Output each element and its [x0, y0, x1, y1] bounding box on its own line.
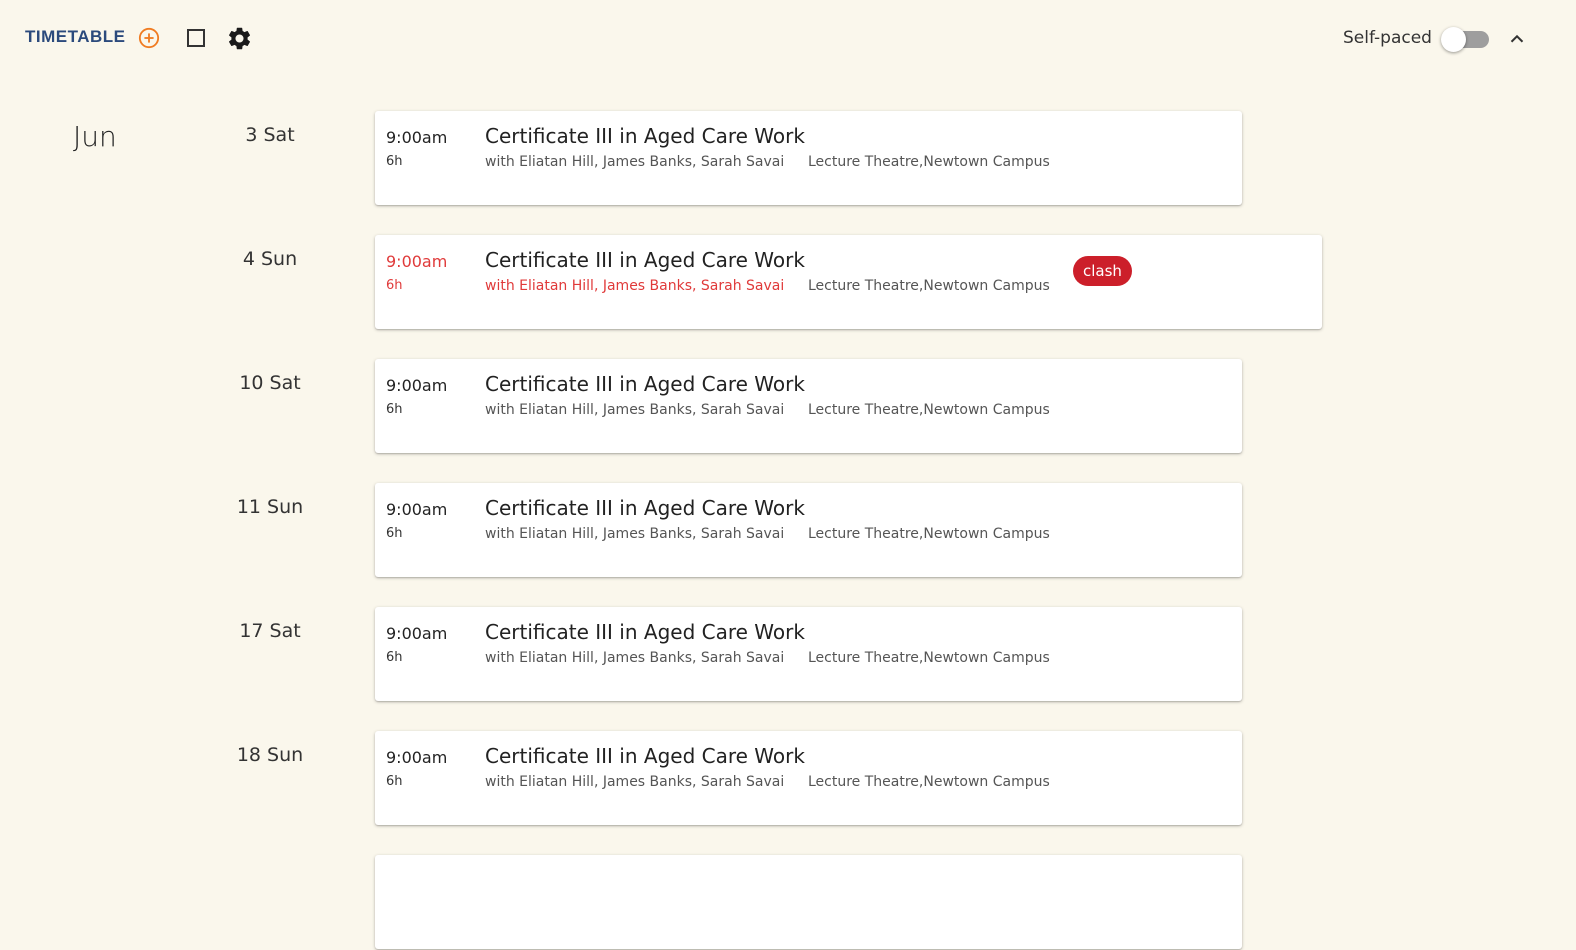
chevron-up-icon[interactable] — [1506, 28, 1528, 50]
add-circle-icon[interactable] — [138, 27, 160, 49]
self-paced-label: Self-paced — [1343, 28, 1432, 48]
session-day: 3 Sat — [245, 124, 295, 146]
course-title: Certificate III in Aged Care Work — [485, 620, 805, 644]
session-tutors: with Eliatan Hill, James Banks, Sarah Sa… — [485, 526, 785, 542]
session-day: 10 Sat — [239, 372, 301, 394]
session-tutors: with Eliatan Hill, James Banks, Sarah Sa… — [485, 278, 785, 294]
session-location: Lecture Theatre,Newtown Campus — [808, 774, 1050, 790]
session-tutors: with Eliatan Hill, James Banks, Sarah Sa… — [485, 402, 785, 418]
timetable-header: TIMETABLE Self-paced — [0, 0, 1576, 76]
session-tutors: with Eliatan Hill, James Banks, Sarah Sa… — [485, 774, 785, 790]
session-day: 4 Sun — [242, 248, 298, 270]
session-location: Lecture Theatre,Newtown Campus — [808, 526, 1050, 542]
session-time: 9:00am — [386, 128, 448, 147]
session-time: 9:00am — [386, 376, 448, 395]
session-time: 9:00am — [386, 748, 448, 767]
session-day: 17 Sat — [239, 620, 301, 642]
course-title: Certificate III in Aged Care Work — [485, 372, 805, 396]
course-title: Certificate III in Aged Care Work — [485, 248, 805, 272]
session-duration: 6h — [386, 774, 403, 789]
session-card[interactable]: 9:00am 6h Certificate III in Aged Care W… — [375, 483, 1242, 577]
session-location: Lecture Theatre,Newtown Campus — [808, 278, 1050, 294]
session-location: Lecture Theatre,Newtown Campus — [808, 154, 1050, 170]
session-card[interactable]: 9:00am 6h Certificate III in Aged Care W… — [375, 359, 1242, 453]
clash-badge: clash — [1073, 256, 1132, 286]
gear-icon[interactable] — [226, 25, 253, 52]
course-title: Certificate III in Aged Care Work — [485, 744, 805, 768]
session-row: 17 Sat 9:00am 6h Certificate III in Aged… — [0, 607, 1576, 702]
session-tutors: with Eliatan Hill, James Banks, Sarah Sa… — [485, 154, 785, 170]
toggle-knob — [1441, 27, 1466, 52]
session-duration: 6h — [386, 278, 403, 293]
session-card[interactable] — [375, 855, 1242, 949]
session-tutors: with Eliatan Hill, James Banks, Sarah Sa… — [485, 650, 785, 666]
session-location: Lecture Theatre,Newtown Campus — [808, 402, 1050, 418]
session-row: 3 Sat 9:00am 6h Certificate III in Aged … — [0, 111, 1576, 206]
session-card[interactable]: 9:00am 6h Certificate III in Aged Care W… — [375, 111, 1242, 205]
self-paced-toggle[interactable] — [1441, 27, 1489, 52]
session-duration: 6h — [386, 526, 403, 541]
session-card[interactable]: 9:00am 6h Certificate III in Aged Care W… — [375, 607, 1242, 701]
session-day: 18 Sun — [236, 744, 304, 766]
checkbox-icon[interactable] — [186, 28, 206, 48]
session-duration: 6h — [386, 402, 403, 417]
session-row: 11 Sun 9:00am 6h Certificate III in Aged… — [0, 483, 1576, 578]
course-title: Certificate III in Aged Care Work — [485, 496, 805, 520]
session-card[interactable]: 9:00am 6h Certificate III in Aged Care W… — [375, 731, 1242, 825]
session-row: 18 Sun 9:00am 6h Certificate III in Aged… — [0, 731, 1576, 826]
session-row: 4 Sun 9:00am 6h Certificate III in Aged … — [0, 235, 1576, 330]
session-time: 9:00am — [386, 624, 448, 643]
session-time: 9:00am — [386, 252, 448, 271]
session-location: Lecture Theatre,Newtown Campus — [808, 650, 1050, 666]
session-row: 10 Sat 9:00am 6h Certificate III in Aged… — [0, 359, 1576, 454]
session-time: 9:00am — [386, 500, 448, 519]
session-card[interactable]: 9:00am 6h Certificate III in Aged Care W… — [375, 235, 1322, 329]
session-row-partial — [0, 855, 1576, 950]
session-day: 11 Sun — [236, 496, 304, 518]
session-duration: 6h — [386, 154, 403, 169]
page-title: TIMETABLE — [25, 27, 126, 46]
session-duration: 6h — [386, 650, 403, 665]
course-title: Certificate III in Aged Care Work — [485, 124, 805, 148]
